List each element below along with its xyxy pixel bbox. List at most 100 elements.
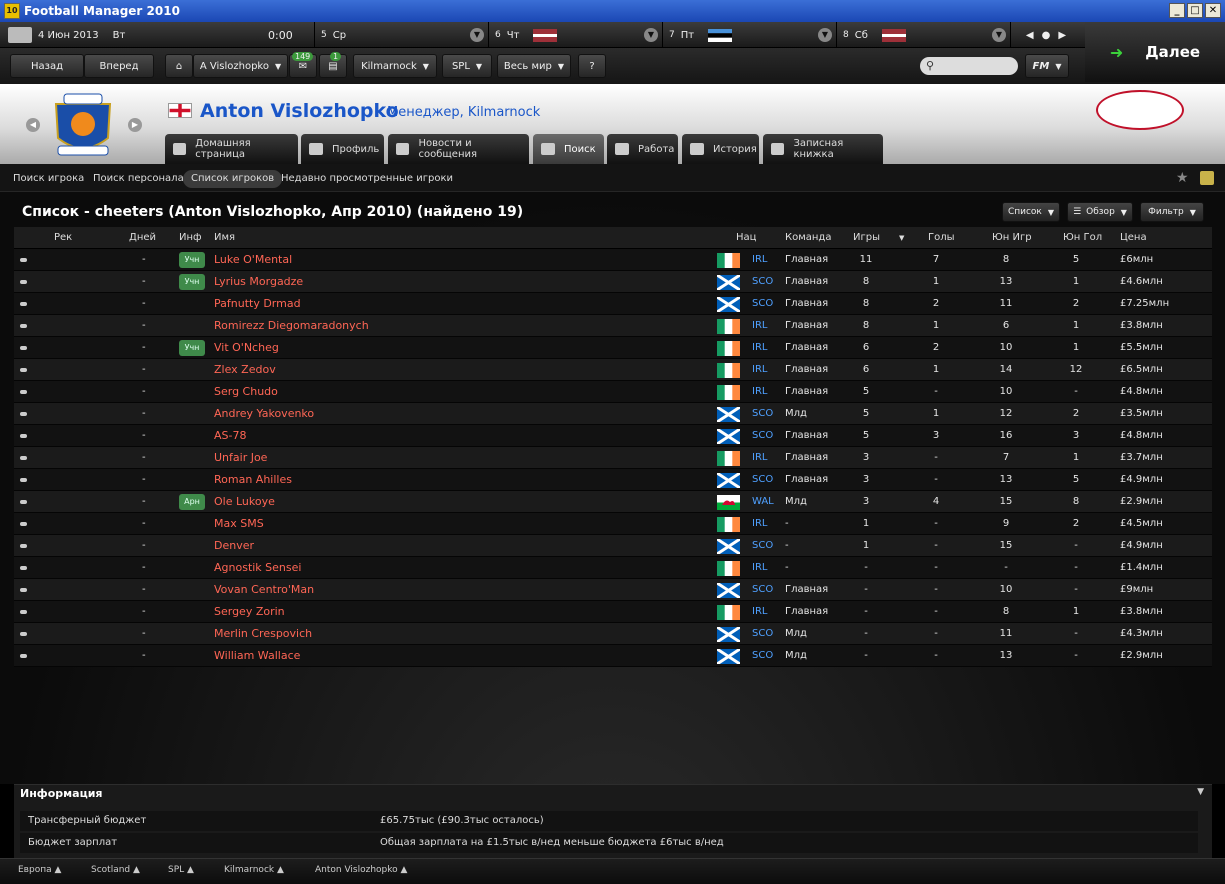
cell-nationality[interactable]: IRL — [752, 337, 767, 359]
table-row[interactable]: Merlin Crespovich - SCO Млд - - 11 - £4.3млн — [14, 623, 1212, 645]
player-name-link[interactable]: Merlin Crespovich — [214, 623, 312, 645]
cell-nationality[interactable]: IRL — [752, 249, 767, 271]
minimize-button[interactable]: _ — [1169, 3, 1185, 18]
row-action-icon[interactable] — [20, 588, 27, 592]
table-row[interactable]: Roman Ahilles - SCO Главная 3 - 13 5 £4.9млн — [14, 469, 1212, 491]
col-inf[interactable]: Инф — [179, 227, 202, 249]
row-action-icon[interactable] — [20, 412, 27, 416]
player-name-link[interactable]: Denver — [214, 535, 254, 557]
cell-nationality[interactable]: SCO — [752, 623, 773, 645]
news-button[interactable]: ▤ 1 — [319, 52, 347, 78]
row-action-icon[interactable] — [20, 566, 27, 570]
table-row[interactable]: Unfair Joe - IRL Главная 3 - 7 1 £3.7млн — [14, 447, 1212, 469]
player-name-link[interactable]: Unfair Joe — [214, 447, 267, 469]
row-action-icon[interactable] — [20, 280, 27, 284]
next-club-icon[interactable]: ▶ — [128, 118, 142, 132]
row-action-icon[interactable] — [20, 390, 27, 394]
league-menu-button[interactable]: SPL ▼ — [442, 54, 492, 78]
tab-news[interactable]: Новости и сообщения — [388, 134, 529, 164]
table-row[interactable]: Sergey Zorin - IRL Главная - - 8 1 £3.8млн — [14, 601, 1212, 623]
table-row[interactable]: Учн Lyrius Morgadze - SCO Главная 8 1 13 1 £4.6мл… — [14, 271, 1212, 293]
row-action-icon[interactable] — [20, 478, 27, 482]
continue-button[interactable]: ➜ Далее — [1085, 22, 1225, 82]
table-row[interactable]: Учн Vit O'Ncheg - IRL Главная 6 2 10 1 £5.5млн — [14, 337, 1212, 359]
home-button[interactable]: ⌂ — [165, 54, 193, 78]
cell-nationality[interactable]: IRL — [752, 315, 767, 337]
back-button[interactable]: Назад — [10, 54, 84, 78]
row-action-icon[interactable] — [20, 324, 27, 328]
table-row[interactable]: Agnostik Sensei - IRL - - - - - £1.4млн — [14, 557, 1212, 579]
col-apps[interactable]: Игры — [853, 227, 880, 249]
row-action-icon[interactable] — [20, 544, 27, 548]
calendar-day-7[interactable]: 7 Пт ▼ — [663, 22, 837, 48]
col-days[interactable]: Дней — [129, 227, 156, 249]
next-arrow-icon[interactable]: ▶ — [1058, 30, 1066, 41]
player-name-link[interactable]: Agnostik Sensei — [214, 557, 301, 579]
table-row[interactable]: Andrey Yakovenko - SCO Млд 5 1 12 2 £3.5млн — [14, 403, 1212, 425]
chevron-down-icon[interactable]: ▼ — [818, 28, 832, 42]
row-action-icon[interactable] — [20, 500, 27, 504]
tab-home[interactable]: Домашняя страница — [165, 134, 298, 164]
filter-menu-button[interactable]: Фильтр ▼ — [1140, 202, 1204, 222]
row-action-icon[interactable] — [20, 434, 27, 438]
tab-notebook[interactable]: Записная книжка — [763, 134, 883, 164]
player-name-link[interactable]: Serg Chudo — [214, 381, 278, 403]
fm-menu-button[interactable]: FM ▼ — [1025, 54, 1069, 78]
cell-nationality[interactable]: SCO — [752, 469, 773, 491]
player-name-link[interactable]: Romirezz Diegomaradonych — [214, 315, 369, 337]
cell-nationality[interactable]: SCO — [752, 535, 773, 557]
cell-nationality[interactable]: SCO — [752, 645, 773, 667]
cell-nationality[interactable]: IRL — [752, 359, 767, 381]
table-row[interactable]: Serg Chudo - IRL Главная 5 - 10 - £4.8млн — [14, 381, 1212, 403]
forward-button[interactable]: Вперед — [84, 54, 154, 78]
tab-job[interactable]: Работа — [607, 134, 678, 164]
col-name[interactable]: Имя — [214, 227, 235, 249]
table-row[interactable]: Учн Luke O'Mental - IRL Главная 11 7 8 5 £6млн — [14, 249, 1212, 271]
table-row[interactable]: Max SMS - IRL - 1 - 9 2 £4.5млн — [14, 513, 1212, 535]
breadcrumb-item[interactable]: Европа ▲ — [18, 865, 61, 875]
cell-nationality[interactable]: IRL — [752, 381, 767, 403]
player-name-link[interactable]: Luke O'Mental — [214, 249, 292, 271]
player-name-link[interactable]: Lyrius Morgadze — [214, 271, 303, 293]
row-action-icon[interactable] — [20, 456, 27, 460]
list-menu-button[interactable]: Список ▼ — [1002, 202, 1060, 222]
table-row[interactable]: AS-78 - SCO Главная 5 3 16 3 £4.8млн — [14, 425, 1212, 447]
breadcrumb-item[interactable]: Scotland ▲ — [91, 865, 140, 875]
calendar-day-5[interactable]: 5 Ср ▼ — [315, 22, 489, 48]
table-row[interactable]: William Wallace - SCO Млд - - 13 - £2.9млн — [14, 645, 1212, 667]
row-action-icon[interactable] — [20, 610, 27, 614]
subnav-recently-viewed[interactable]: Недавно просмотренные игроки — [273, 170, 461, 188]
row-action-icon[interactable] — [20, 258, 27, 262]
breadcrumb-item[interactable]: SPL ▲ — [168, 865, 194, 875]
subnav-staff-search[interactable]: Поиск персонала — [85, 170, 192, 188]
tab-profile[interactable]: Профиль — [301, 134, 384, 164]
cell-nationality[interactable]: SCO — [752, 579, 773, 601]
player-name-link[interactable]: Ole Lukoye — [214, 491, 275, 513]
breadcrumb-item[interactable]: Anton Vislozhopko ▲ — [315, 865, 407, 875]
prev-club-icon[interactable]: ◀ — [26, 118, 40, 132]
col-price[interactable]: Цена — [1120, 227, 1147, 249]
row-action-icon[interactable] — [20, 522, 27, 526]
table-row[interactable]: Арн Ole Lukoye - WAL Млд 3 4 15 8 £2.9млн — [14, 491, 1212, 513]
row-action-icon[interactable] — [20, 302, 27, 306]
breadcrumb-item[interactable]: Kilmarnock ▲ — [224, 865, 284, 875]
cell-nationality[interactable]: SCO — [752, 403, 773, 425]
row-action-icon[interactable] — [20, 368, 27, 372]
chevron-down-icon[interactable]: ▼ — [644, 28, 658, 42]
table-row[interactable]: Zlex Zedov - IRL Главная 6 1 14 12 £6.5млн — [14, 359, 1212, 381]
current-date-cell[interactable]: 4 Июн 2013 Вт 0:00 — [0, 22, 315, 48]
player-name-link[interactable]: Pafnutty Drmad — [214, 293, 301, 315]
player-name-link[interactable]: William Wallace — [214, 645, 300, 667]
row-action-icon[interactable] — [20, 346, 27, 350]
add-note-icon[interactable] — [1200, 171, 1214, 185]
col-team[interactable]: Команда — [785, 227, 831, 249]
club-menu-button[interactable]: Kilmarnock ▼ — [353, 54, 437, 78]
tab-search[interactable]: Поиск — [533, 134, 604, 164]
tab-history[interactable]: История — [682, 134, 759, 164]
cell-nationality[interactable]: SCO — [752, 271, 773, 293]
player-name-link[interactable]: Sergey Zorin — [214, 601, 285, 623]
dot-icon[interactable]: ● — [1042, 30, 1051, 41]
col-youth-goals[interactable]: Юн Гол — [1063, 227, 1102, 249]
player-name-link[interactable]: Andrey Yakovenko — [214, 403, 314, 425]
search-input[interactable]: ⚲ — [920, 57, 1018, 75]
